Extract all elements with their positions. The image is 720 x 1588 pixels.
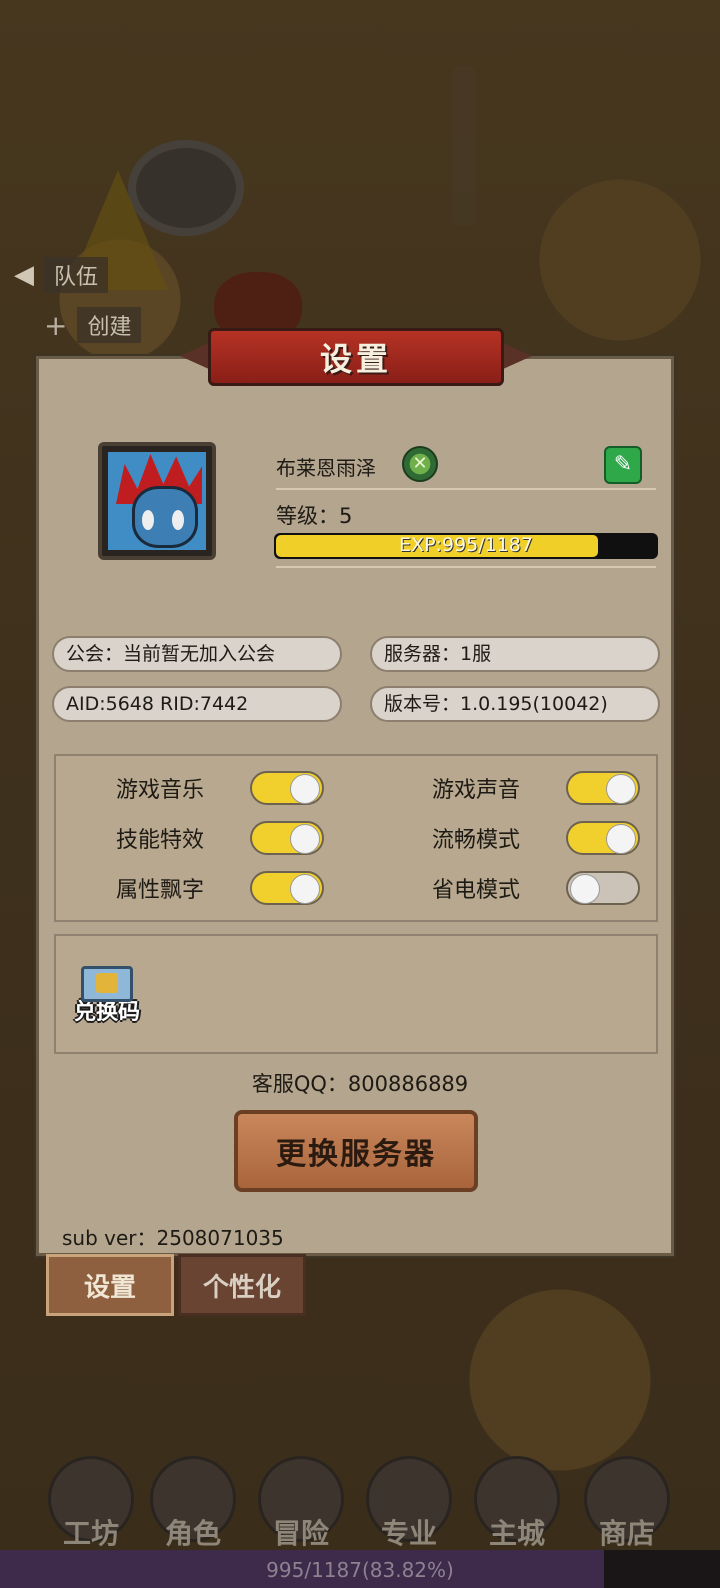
bottom-xp-bar: 995/1187(83.82%) (0, 1550, 720, 1588)
create-label: 创建 (77, 307, 142, 343)
game-music-switch[interactable] (250, 771, 324, 805)
toggle-smooth-mode: 流畅模式 (420, 818, 520, 858)
divider (276, 488, 656, 490)
bottom-xp-text: 995/1187(83.82%) (266, 1558, 454, 1582)
support-qq: 客服QQ：800886889 (251, 1072, 469, 1096)
create-button[interactable]: + 创建 (44, 307, 142, 343)
toggle-skill-effects: 技能特效 (104, 818, 204, 858)
toggle-game-sound: 游戏声音 (420, 768, 520, 808)
tab-personalize[interactable]: 个性化 (178, 1254, 306, 1316)
toggle-label: 属性飘字 (115, 878, 204, 903)
skill-effects-switch[interactable] (250, 821, 324, 855)
toggle-label: 省电模式 (431, 878, 520, 903)
gift-card-icon (81, 966, 133, 1002)
player-name: 布莱恩雨泽 (276, 456, 376, 480)
toggle-label: 流畅模式 (431, 828, 520, 853)
edit-name-button[interactable]: ✎ (604, 446, 642, 484)
toggle-power-saving: 省电模式 (420, 868, 520, 908)
arrow-left-icon: ◀ (14, 260, 34, 290)
pencil-icon: ✎ (613, 452, 633, 477)
account-ids: AID:5648 RID:7442 (52, 686, 342, 722)
toggle-label: 游戏声音 (431, 778, 520, 803)
floating-stats-switch[interactable] (250, 871, 324, 905)
smooth-mode-switch[interactable] (566, 821, 640, 855)
version-info: 版本号：1.0.195(10042) (370, 686, 660, 722)
divider (276, 566, 656, 568)
change-server-button[interactable]: 更换服务器 (234, 1110, 478, 1192)
game-sound-switch[interactable] (566, 771, 640, 805)
plus-icon: + (44, 308, 68, 342)
guild-info: 公会：当前暂无加入公会 (52, 636, 342, 672)
player-avatar[interactable] (98, 442, 216, 560)
settings-title: 设置 (319, 340, 392, 378)
team-label: 队伍 (44, 257, 109, 293)
server-info: 服务器：1服 (370, 636, 660, 672)
toggle-label: 技能特效 (115, 828, 204, 853)
power-saving-switch[interactable] (566, 871, 640, 905)
toggle-floating-stats: 属性飘字 (104, 868, 204, 908)
tab-settings[interactable]: 设置 (46, 1254, 174, 1316)
settings-title-banner: 设置 (180, 328, 532, 388)
redeem-code-button[interactable]: 兑换码 (66, 966, 148, 1026)
team-button[interactable]: ◀ 队伍 (14, 257, 109, 293)
exp-bar: EXP:995/1187 (274, 533, 658, 559)
change-server-label: 更换服务器 (276, 1137, 436, 1172)
toggle-label: 游戏音乐 (115, 778, 204, 803)
toggle-game-music: 游戏音乐 (104, 768, 204, 808)
class-badge-icon: ✕ (402, 446, 438, 482)
exp-text: EXP:995/1187 (399, 534, 533, 556)
player-level: 等级：5 (276, 504, 353, 528)
sub-version: sub ver：2508071035 (62, 1226, 284, 1250)
